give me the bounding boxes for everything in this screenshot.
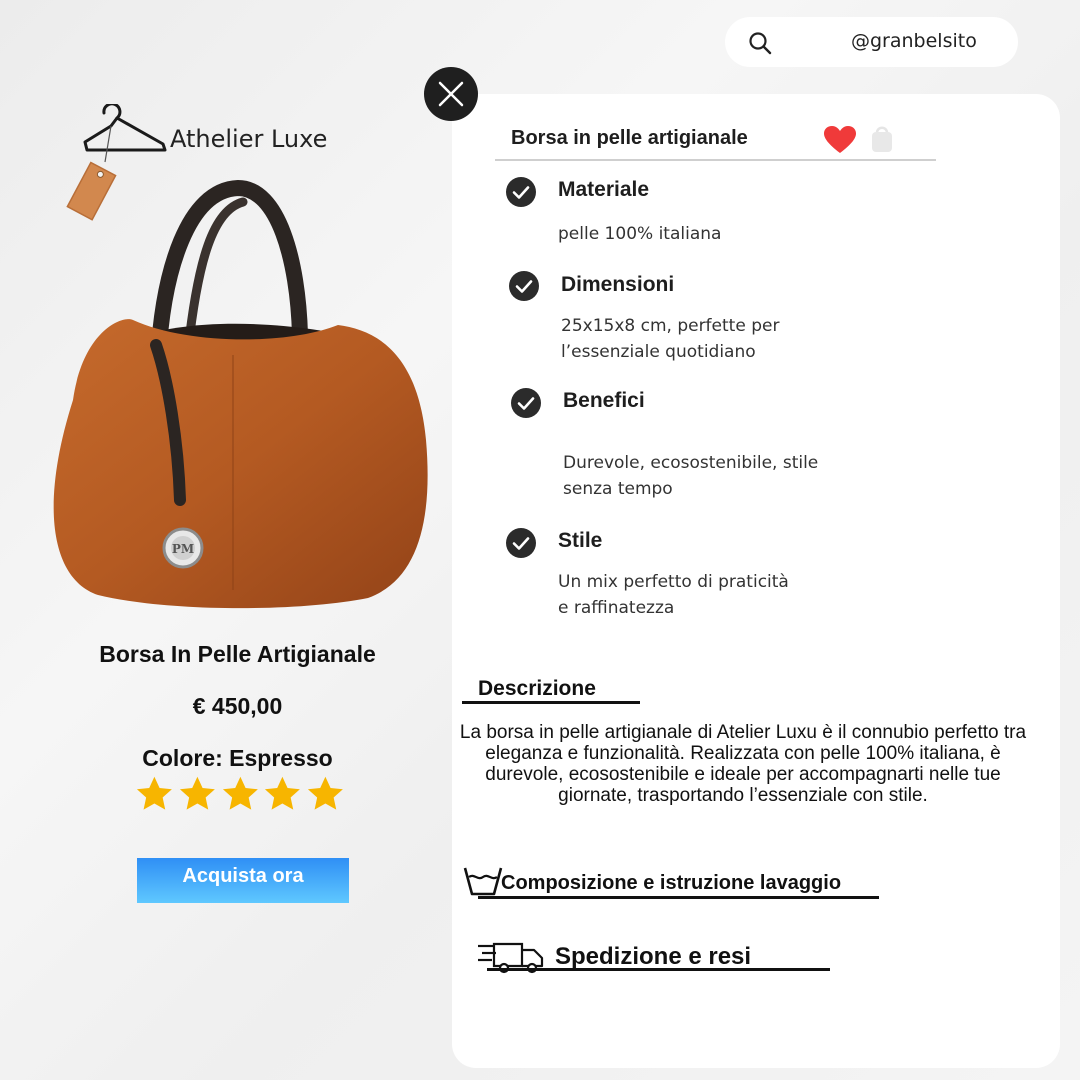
- panel-title: Borsa in pelle artigianale: [511, 127, 748, 149]
- feature-title-materiale: Materiale: [558, 178, 650, 201]
- feature-text-materiale: pelle 100% italiana: [558, 224, 722, 244]
- care-underline: [478, 896, 879, 899]
- star-icon: [136, 776, 172, 810]
- check-icon: [506, 528, 536, 558]
- search-bar[interactable]: @granbelsito: [725, 17, 1018, 67]
- feature-text-benefici: Durevole, ecosostenibile, stile senza te…: [563, 453, 819, 499]
- heart-icon[interactable]: [824, 126, 856, 154]
- description-text: La borsa in pelle artigianale di Atelier…: [459, 722, 1027, 806]
- shipping-underline: [487, 968, 830, 971]
- bag-badge-text: PM: [172, 542, 194, 556]
- shopping-bag-icon[interactable]: [871, 123, 893, 153]
- feature-title-stile: Stile: [558, 529, 603, 552]
- description-heading[interactable]: Descrizione: [478, 677, 596, 701]
- washing-icon: [463, 867, 503, 896]
- close-icon: [438, 81, 464, 107]
- description-underline: [462, 701, 640, 704]
- search-icon[interactable]: [747, 30, 773, 56]
- check-icon: [506, 177, 536, 207]
- care-instructions-link[interactable]: Composizione e istruzione lavaggio: [501, 872, 841, 895]
- product-color: Colore: Espresso: [142, 745, 333, 771]
- star-icon: [222, 776, 258, 810]
- rating-stars: [135, 775, 345, 815]
- check-icon: [509, 271, 539, 301]
- feature-title-dimensioni: Dimensioni: [561, 273, 675, 296]
- account-handle[interactable]: @granbelsito: [851, 30, 977, 52]
- star-icon: [265, 776, 301, 810]
- shipping-returns-link[interactable]: Spedizione e resi: [555, 943, 751, 971]
- feature-text-stile: Un mix perfetto di praticità e raffinate…: [558, 572, 789, 618]
- title-divider: [495, 159, 936, 161]
- brand-name[interactable]: Athelier Luxe: [170, 125, 327, 153]
- close-button[interactable]: [424, 67, 478, 121]
- buy-now-button[interactable]: Acquista ora: [137, 858, 349, 903]
- check-icon: [511, 388, 541, 418]
- feature-title-benefici: Benefici: [563, 389, 645, 412]
- star-icon: [308, 776, 344, 810]
- star-icon: [179, 776, 215, 810]
- product-price: € 450,00: [192, 693, 283, 719]
- product-name: Borsa In Pelle Artigianale: [99, 641, 376, 667]
- feature-text-dimensioni: 25x15x8 cm, perfette per l’essenziale qu…: [561, 316, 780, 362]
- product-image[interactable]: PM: [38, 180, 433, 615]
